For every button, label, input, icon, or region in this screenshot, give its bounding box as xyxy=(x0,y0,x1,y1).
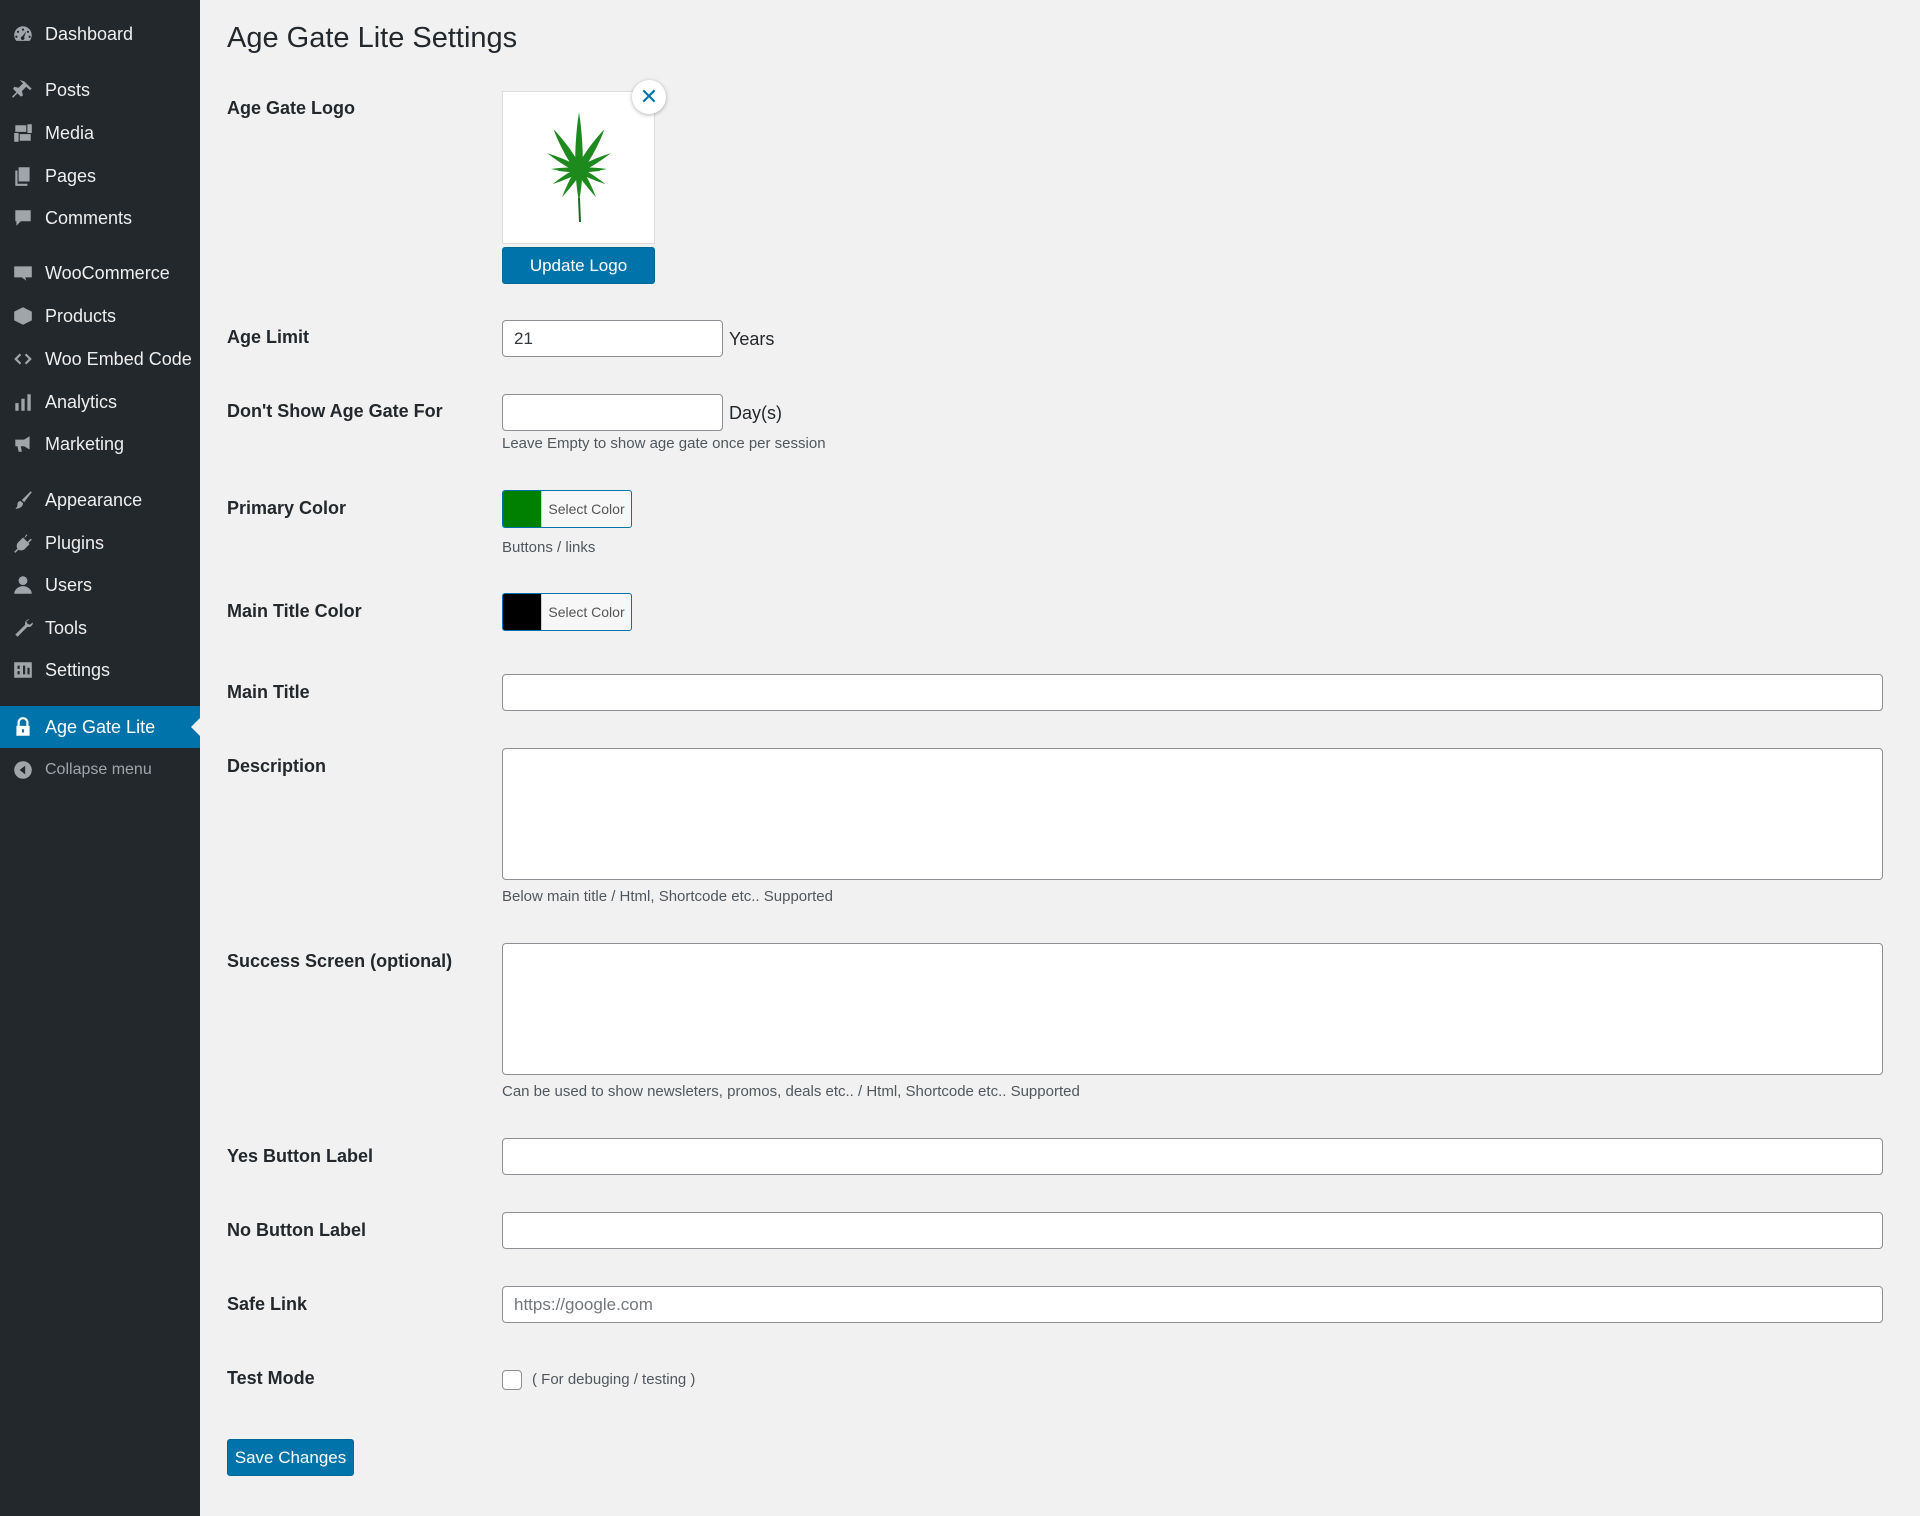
yes-button-label-input[interactable] xyxy=(502,1138,1883,1175)
sidebar-item-label: WooCommerce xyxy=(45,262,170,283)
brush-icon xyxy=(0,489,45,511)
pages-icon xyxy=(0,165,45,187)
settings-icon xyxy=(0,659,45,681)
admin-sidebar: Dashboard Posts Media Pages Comments Woo… xyxy=(0,0,200,1516)
dont-show-help: Leave Empty to show age gate once per se… xyxy=(502,435,826,452)
dont-show-label: Don't Show Age Gate For xyxy=(227,401,443,421)
sidebar-item-pages[interactable]: Pages xyxy=(0,155,200,197)
bar-chart-icon xyxy=(0,391,45,413)
sidebar-item-appearance[interactable]: Appearance xyxy=(0,479,200,521)
success-screen-help: Can be used to show newsleters, promos, … xyxy=(502,1083,1080,1100)
success-screen-textarea[interactable] xyxy=(502,943,1883,1075)
main-title-input[interactable] xyxy=(502,674,1883,711)
safe-link-input[interactable] xyxy=(502,1286,1883,1323)
select-color-label: Select Color xyxy=(548,501,625,517)
primary-color-label: Primary Color xyxy=(227,498,347,518)
safe-link-label: Safe Link xyxy=(227,1294,308,1314)
success-screen-label: Success Screen (optional) xyxy=(227,951,453,971)
age-limit-label: Age Limit xyxy=(227,327,310,347)
woo-icon xyxy=(0,262,45,284)
sidebar-item-label: Tools xyxy=(45,617,88,638)
sidebar-item-label: Products xyxy=(45,305,117,326)
save-changes-button[interactable]: Save Changes xyxy=(227,1439,354,1476)
media-icon xyxy=(0,122,45,144)
pin-icon xyxy=(0,79,45,101)
cannabis-leaf-image xyxy=(546,111,611,222)
main-title-color-label: Main Title Color xyxy=(227,601,362,621)
sidebar-item-woocommerce[interactable]: WooCommerce xyxy=(0,252,200,294)
test-mode-help: ( For debuging / testing ) xyxy=(532,1371,696,1388)
sidebar-item-products[interactable]: Products xyxy=(0,295,200,337)
plug-icon xyxy=(0,532,45,554)
sidebar-item-plugins[interactable]: Plugins xyxy=(0,522,200,564)
age-gate-logo-label: Age Gate Logo xyxy=(227,98,356,118)
sidebar-item-label: Appearance xyxy=(45,489,143,510)
remove-logo-button[interactable]: ✕ xyxy=(632,80,666,114)
sidebar-item-label: Marketing xyxy=(45,433,125,454)
sidebar-item-label: Dashboard xyxy=(45,23,134,44)
sidebar-item-marketing[interactable]: Marketing xyxy=(0,423,200,465)
no-button-label-input[interactable] xyxy=(502,1212,1883,1249)
close-icon: ✕ xyxy=(639,84,659,109)
collapse-menu-button[interactable]: Collapse menu xyxy=(0,749,200,791)
sidebar-item-label: Media xyxy=(45,122,95,143)
lock-icon xyxy=(0,716,45,738)
sidebar-item-comments[interactable]: Comments xyxy=(0,197,200,239)
main-title-color-picker[interactable]: Select Color xyxy=(502,593,632,631)
dashboard-icon xyxy=(0,23,45,45)
comment-icon xyxy=(0,207,45,229)
active-indicator xyxy=(191,718,200,736)
description-textarea[interactable] xyxy=(502,748,1883,880)
code-icon xyxy=(0,348,45,370)
primary-color-help: Buttons / links xyxy=(502,539,596,556)
select-color-label: Select Color xyxy=(548,604,625,620)
dont-show-suffix: Day(s) xyxy=(729,403,782,423)
age-limit-input[interactable] xyxy=(502,320,723,357)
primary-color-picker[interactable]: Select Color xyxy=(502,490,632,528)
sidebar-item-woo-embed-code[interactable]: Woo Embed Code xyxy=(0,338,200,380)
sidebar-item-dashboard[interactable]: Dashboard xyxy=(0,13,200,55)
title-color-swatch xyxy=(503,594,542,630)
logo-preview xyxy=(502,91,655,244)
sidebar-item-label: Plugins xyxy=(45,532,105,553)
description-help: Below main title / Html, Shortcode etc..… xyxy=(502,888,833,905)
megaphone-icon xyxy=(0,433,45,455)
sidebar-item-settings[interactable]: Settings xyxy=(0,649,200,691)
sidebar-item-age-gate-lite[interactable]: Age Gate Lite xyxy=(0,706,200,748)
no-button-label-label: No Button Label xyxy=(227,1220,366,1240)
main-title-label: Main Title xyxy=(227,682,310,702)
sidebar-item-label: Analytics xyxy=(45,391,118,412)
age-limit-suffix: Years xyxy=(729,329,775,349)
sidebar-item-posts[interactable]: Posts xyxy=(0,69,200,111)
test-mode-label: Test Mode xyxy=(227,1368,315,1388)
sidebar-item-label: Users xyxy=(45,574,93,595)
sidebar-item-label: Woo Embed Code xyxy=(45,348,192,369)
test-mode-checkbox[interactable] xyxy=(502,1370,522,1390)
sidebar-item-label: Age Gate Lite xyxy=(45,716,156,737)
box-icon xyxy=(0,305,45,327)
sidebar-item-label: Posts xyxy=(45,79,91,100)
sidebar-item-tools[interactable]: Tools xyxy=(0,607,200,649)
collapse-icon xyxy=(0,759,45,781)
wrench-icon xyxy=(0,617,45,639)
dont-show-days-input[interactable] xyxy=(502,394,723,431)
collapse-menu-label: Collapse menu xyxy=(45,761,152,778)
sidebar-item-label: Pages xyxy=(45,165,97,186)
sidebar-item-label: Comments xyxy=(45,207,133,228)
sidebar-item-label: Settings xyxy=(45,659,111,680)
yes-button-label-label: Yes Button Label xyxy=(227,1146,374,1166)
sidebar-item-media[interactable]: Media xyxy=(0,112,200,154)
user-icon xyxy=(0,574,45,596)
sidebar-item-analytics[interactable]: Analytics xyxy=(0,381,200,423)
page-title: Age Gate Lite Settings xyxy=(227,22,518,54)
primary-color-swatch xyxy=(503,491,542,527)
description-label: Description xyxy=(227,756,327,776)
update-logo-button[interactable]: Update Logo xyxy=(502,247,655,284)
sidebar-item-users[interactable]: Users xyxy=(0,564,200,606)
